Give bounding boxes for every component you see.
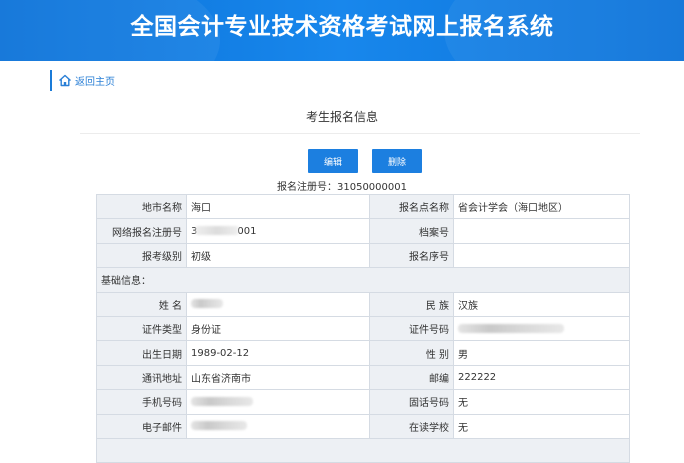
table-row: 通讯地址 山东省济南市 邮编 222222 — [96, 364, 630, 391]
mobile-value — [186, 389, 370, 415]
redacted-mask — [458, 323, 564, 333]
table-row: 手机号码 固话号码 无 — [96, 389, 630, 415]
ethnic-label: 民 族 — [369, 291, 454, 317]
email-value — [186, 413, 370, 439]
table-row: 姓 名 民 族 汉族 — [96, 291, 630, 317]
gender-value: 男 — [453, 340, 630, 366]
gender-label: 性 别 — [369, 340, 454, 366]
postcode-value: 222222 — [453, 364, 630, 391]
phone-label: 固话号码 — [369, 389, 454, 415]
redacted-mask — [191, 421, 247, 431]
redacted-mask — [191, 396, 253, 406]
system-title: 全国会计专业技术资格考试网上报名系统 — [130, 14, 554, 40]
idno-value — [453, 315, 630, 342]
table-row-partial — [96, 437, 630, 463]
name-label: 姓 名 — [96, 291, 187, 317]
action-bar: 编辑 删除 — [308, 149, 422, 173]
ethnic-value: 汉族 — [453, 291, 630, 317]
idno-label: 证件号码 — [369, 315, 454, 342]
table-row: 地市名称 海口 报名点名称 省会计学会（海口地区） — [96, 193, 630, 220]
table-row: 证件类型 身份证 证件号码 — [96, 315, 630, 342]
city-label: 地市名称 — [96, 193, 187, 220]
table-row — [96, 437, 630, 463]
mobile-label: 手机号码 — [96, 389, 187, 415]
email-label: 电子邮件 — [96, 413, 187, 439]
birth-label: 出生日期 — [96, 340, 187, 366]
archive-value — [453, 218, 630, 244]
postcode-label: 邮编 — [369, 364, 454, 391]
online-reg-label: 网络报名注册号 — [96, 218, 187, 244]
table-row: 网络报名注册号 3 001 档案号 — [96, 218, 630, 244]
back-home-label: 返回主页 — [75, 77, 115, 88]
serial-value — [453, 242, 630, 269]
title-divider — [80, 133, 640, 134]
school-value: 无 — [453, 413, 630, 439]
name-value — [186, 291, 370, 317]
section-basic-info: 基础信息： — [96, 267, 630, 293]
city-value: 海口 — [186, 193, 370, 220]
archive-label: 档案号 — [369, 218, 454, 244]
delete-button[interactable]: 删除 — [372, 149, 422, 173]
page-title: 考生报名信息 — [305, 110, 378, 124]
address-label: 通讯地址 — [96, 364, 187, 391]
idtype-label: 证件类型 — [96, 315, 187, 342]
birth-value: 1989-02-12 — [186, 340, 370, 366]
site-label: 报名点名称 — [369, 193, 454, 220]
table-row: 出生日期 1989-02-12 性 别 男 — [96, 340, 630, 366]
home-icon — [58, 74, 72, 87]
serial-label: 报名序号 — [369, 242, 454, 269]
phone-value: 无 — [453, 389, 630, 415]
table-row: 报考级别 初级 报名序号 — [96, 242, 630, 269]
online-reg-suffix: 001 — [237, 225, 257, 237]
back-home-link[interactable]: 返回主页 — [50, 70, 115, 91]
table-row: 基础信息： — [96, 267, 630, 293]
level-value: 初级 — [186, 242, 370, 269]
school-label: 在读学校 — [369, 413, 454, 439]
online-reg-value: 3 001 — [186, 218, 370, 244]
idtype-value: 身份证 — [186, 315, 370, 342]
address-value: 山东省济南市 — [186, 364, 370, 391]
redacted-mask — [191, 299, 223, 309]
level-label: 报考级别 — [96, 242, 187, 269]
header-banner: 全国会计专业技术资格考试网上报名系统 — [0, 0, 684, 61]
table-row: 电子邮件 在读学校 无 — [96, 413, 630, 439]
redacted-mask — [196, 226, 239, 236]
edit-button[interactable]: 编辑 — [308, 149, 358, 173]
registration-number: 报名注册号：31050000001 — [277, 182, 407, 193]
site-value: 省会计学会（海口地区） — [453, 193, 630, 220]
applicant-info-table: 地市名称 海口 报名点名称 省会计学会（海口地区） 网络报名注册号 3 001 档… — [96, 193, 630, 463]
